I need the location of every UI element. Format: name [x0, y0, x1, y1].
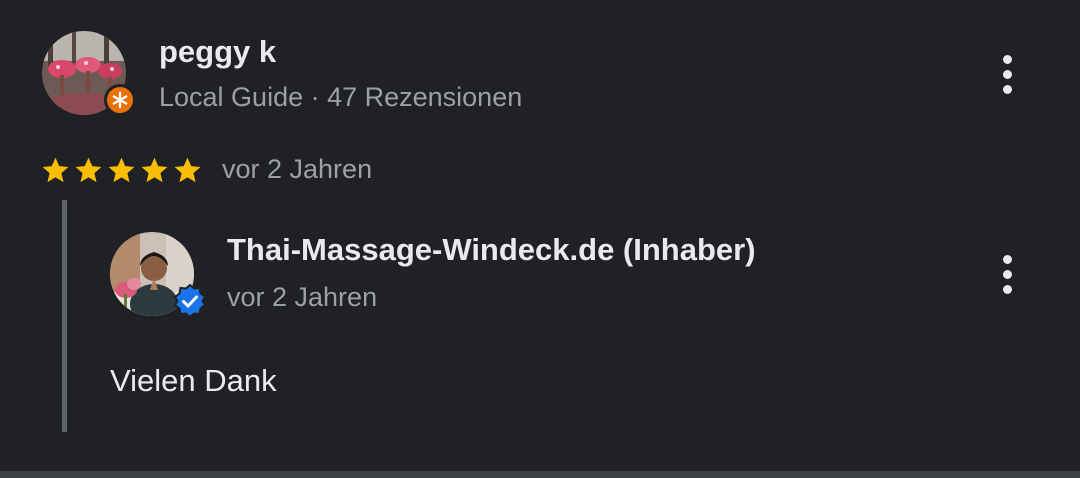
local-guide-star-icon [104, 84, 136, 116]
star-icon [174, 157, 201, 183]
review-date: vor 2 Jahren [222, 154, 373, 184]
reviewer-meta[interactable]: Local Guide · 47 Rezensionen [159, 82, 522, 113]
review-more-options-icon[interactable] [987, 49, 1027, 99]
reply-more-options-icon[interactable] [987, 249, 1027, 299]
star-icon [42, 157, 69, 183]
star-icon [75, 157, 102, 183]
section-divider [0, 471, 1080, 478]
star-rating [40, 155, 203, 186]
verified-check-icon [173, 283, 207, 319]
star-icon [108, 157, 135, 183]
reply-indent-bar [62, 200, 67, 432]
review-card: peggy k Local Guide · 47 Rezensionen vor… [0, 0, 1080, 478]
reply-text: Vielen Dank [110, 363, 277, 398]
reply-date: vor 2 Jahren [227, 282, 378, 312]
star-icon [141, 157, 168, 183]
owner-name[interactable]: Thai-Massage-Windeck.de (Inhaber) [227, 232, 756, 268]
reviewer-name[interactable]: peggy k [159, 34, 276, 70]
